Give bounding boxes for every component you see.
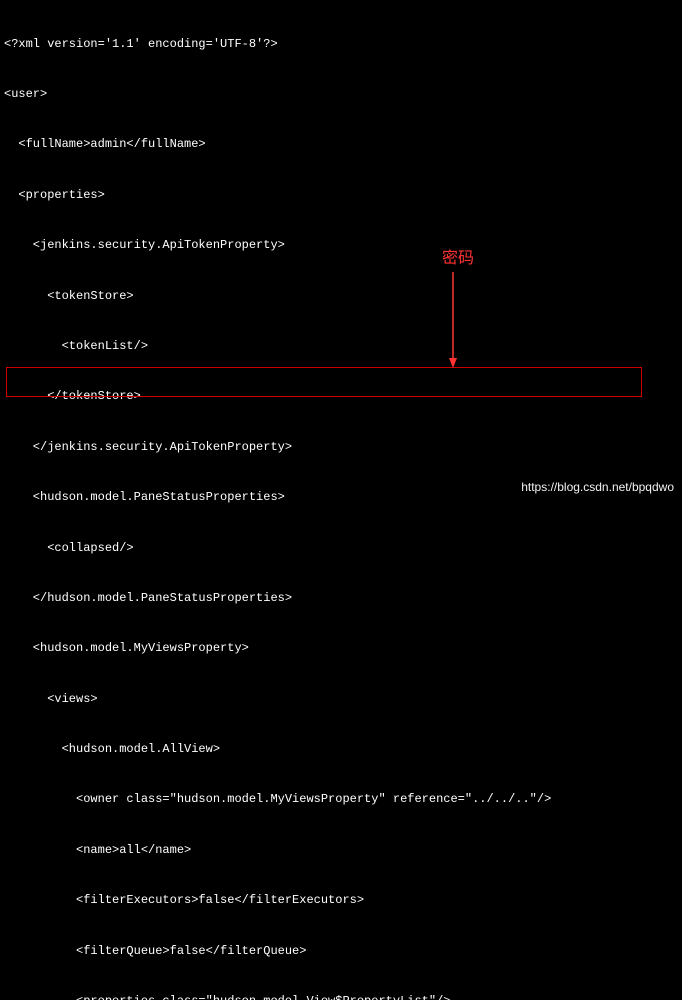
code-line: <filterQueue>false</filterQueue> xyxy=(4,943,678,960)
code-line: <name>all</name> xyxy=(4,842,678,859)
code-line: <views> xyxy=(4,691,678,708)
code-line: <properties> xyxy=(4,187,678,204)
code-line: <user> xyxy=(4,86,678,103)
code-line: <owner class="hudson.model.MyViewsProper… xyxy=(4,791,678,808)
code-line: </jenkins.security.ApiTokenProperty> xyxy=(4,439,678,456)
code-line: <hudson.model.MyViewsProperty> xyxy=(4,640,678,657)
code-line: <fullName>admin</fullName> xyxy=(4,136,678,153)
code-line: </hudson.model.PaneStatusProperties> xyxy=(4,590,678,607)
code-line: </tokenStore> xyxy=(4,388,678,405)
password-annotation-label: 密码 xyxy=(442,248,474,270)
code-line: <jenkins.security.ApiTokenProperty> xyxy=(4,237,678,254)
code-line: <collapsed/> xyxy=(4,540,678,557)
code-line: <tokenList/> xyxy=(4,338,678,355)
watermark-text: https://blog.csdn.net/bpqdwo xyxy=(521,479,674,496)
code-line: <hudson.model.AllView> xyxy=(4,741,678,758)
xml-code-block: <?xml version='1.1' encoding='UTF-8'?> <… xyxy=(0,0,682,1000)
code-line: <filterExecutors>false</filterExecutors> xyxy=(4,892,678,909)
code-line: <tokenStore> xyxy=(4,288,678,305)
code-line: <properties class="hudson.model.View$Pro… xyxy=(4,993,678,1000)
code-line: <?xml version='1.1' encoding='UTF-8'?> xyxy=(4,36,678,53)
